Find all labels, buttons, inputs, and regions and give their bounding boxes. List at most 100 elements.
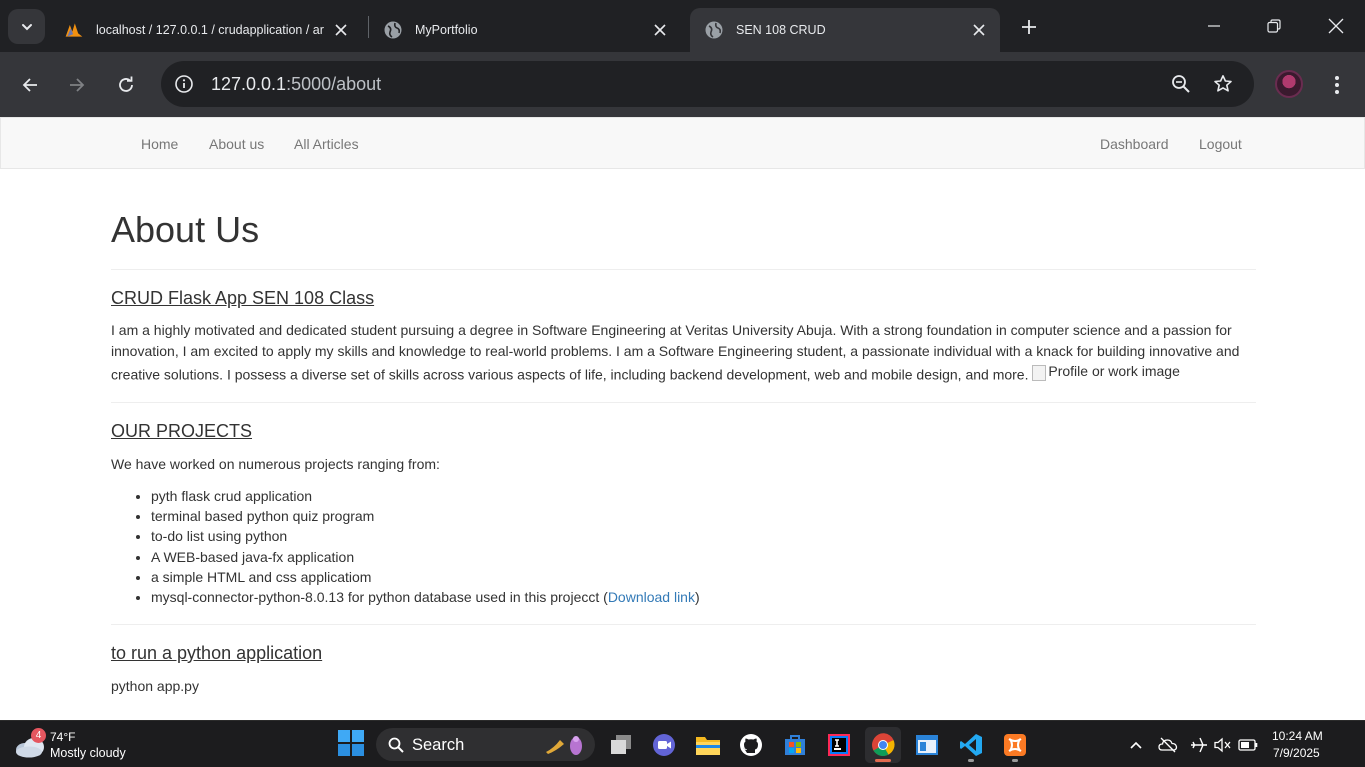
nav-logout[interactable]: Logout	[1199, 136, 1242, 152]
list-item: terminal based python quiz program	[151, 506, 1211, 526]
clock-date[interactable]: 7/9/2025	[1273, 746, 1320, 760]
profile-avatar[interactable]	[1275, 70, 1303, 98]
zoom-icon[interactable]	[1170, 73, 1192, 95]
list-item: A WEB-based java-fx application	[151, 547, 1211, 567]
url-path: :5000/about	[286, 74, 382, 94]
divider	[111, 269, 1256, 270]
url-text: 127.0.0.1:5000/about	[211, 74, 381, 95]
airplane-mode-tray[interactable]	[1189, 735, 1209, 755]
window-app-icon	[916, 735, 938, 755]
close-icon[interactable]	[332, 21, 350, 39]
onedrive-tray[interactable]	[1158, 735, 1178, 755]
clock-time[interactable]: 10:24 AM	[1272, 729, 1323, 743]
xampp-icon	[1004, 734, 1026, 756]
restore-button[interactable]	[1262, 14, 1286, 38]
tab-strip: localhost / 127.0.0.1 / crudapplication …	[0, 0, 1365, 52]
nav-dashboard[interactable]: Dashboard	[1100, 136, 1169, 152]
close-icon	[1328, 18, 1344, 34]
nav-about-us[interactable]: About us	[209, 136, 264, 152]
close-icon[interactable]	[970, 21, 988, 39]
vscode-app[interactable]	[953, 727, 989, 763]
windows-start-icon[interactable]	[338, 730, 364, 756]
weather-temp: 74°F	[50, 730, 76, 744]
url-host: 127.0.0.1	[211, 74, 287, 94]
more-vertical-icon	[1335, 76, 1339, 94]
arrow-right-icon	[70, 78, 85, 92]
weather-condition: Mostly cloudy	[50, 746, 126, 760]
tab-title: localhost / 127.0.0.1 / crudapplication …	[96, 23, 324, 37]
plus-icon	[1022, 20, 1036, 34]
arrow-left-icon	[22, 78, 37, 92]
list-item: to-do list using python	[151, 526, 1211, 546]
browser-toolbar: 127.0.0.1:5000/about	[0, 52, 1365, 117]
reload-icon	[119, 76, 133, 92]
weather-badge: 4	[31, 728, 46, 743]
xampp-app[interactable]	[997, 727, 1033, 763]
divider	[111, 624, 1256, 625]
volume-muted-icon	[1214, 737, 1231, 753]
projects-intro: We have worked on numerous projects rang…	[111, 456, 440, 472]
globe-icon	[383, 20, 403, 40]
show-hidden-icons[interactable]	[1126, 735, 1146, 755]
section-heading-crud: CRUD Flask App SEN 108 Class	[111, 288, 375, 308]
minimize-icon	[1208, 25, 1220, 27]
forward-button[interactable]	[62, 70, 92, 100]
github-app[interactable]	[733, 727, 769, 763]
tab-myportfolio[interactable]: MyPortfolio	[369, 8, 681, 52]
run-command: python app.py	[111, 678, 199, 694]
bookmark-star-icon[interactable]	[1212, 73, 1234, 95]
intellij-app[interactable]	[821, 727, 857, 763]
download-link[interactable]: Download link	[608, 589, 695, 605]
airplane-icon	[1191, 737, 1207, 753]
tab-phpmyadmin[interactable]: localhost / 127.0.0.1 / crudapplication …	[50, 8, 362, 52]
phpmyadmin-icon	[64, 20, 84, 40]
browser-menu-button[interactable]	[1325, 70, 1349, 100]
globe-icon	[704, 20, 724, 40]
chrome-app[interactable]	[865, 727, 901, 763]
list-item-close: )	[694, 589, 700, 606]
running-indicator	[1012, 759, 1018, 762]
new-tab-button[interactable]	[1017, 15, 1041, 39]
task-view-button[interactable]	[603, 727, 639, 763]
tab-sen108-crud[interactable]: SEN 108 CRUD	[690, 8, 1000, 52]
file-explorer-app[interactable]	[690, 727, 726, 763]
profile-image: Profile or work image	[1032, 361, 1180, 382]
battery-icon	[1238, 739, 1258, 751]
close-icon[interactable]	[651, 21, 669, 39]
reload-button[interactable]	[111, 70, 141, 100]
tab-title: MyPortfolio	[415, 23, 478, 37]
folder-icon	[696, 737, 720, 755]
search-label: Search	[412, 736, 465, 754]
section-heading-projects: OUR PROJECTS	[111, 421, 253, 441]
github-icon	[740, 734, 762, 756]
close-window-button[interactable]	[1324, 14, 1348, 38]
tab-search-button[interactable]	[8, 9, 45, 44]
projects-list: pyth flask crud application terminal bas…	[111, 486, 1211, 607]
taskbar-search[interactable]: Search	[376, 728, 595, 761]
back-button[interactable]	[15, 70, 45, 100]
notepad-app[interactable]	[909, 727, 945, 763]
site-info-icon[interactable]	[173, 73, 195, 95]
divider	[111, 402, 1256, 403]
intellij-icon	[828, 734, 850, 756]
tab-title: SEN 108 CRUD	[736, 23, 826, 37]
nav-all-articles[interactable]: All Articles	[294, 136, 359, 152]
volume-tray[interactable]	[1213, 735, 1233, 755]
address-bar[interactable]: 127.0.0.1:5000/about	[161, 61, 1254, 107]
weather-widget[interactable]: 4 74°F Mostly cloudy	[14, 727, 174, 763]
microsoft-store-app[interactable]	[777, 727, 813, 763]
profile-image-alt: Profile or work image	[1048, 363, 1180, 380]
battery-tray[interactable]	[1238, 735, 1258, 755]
nav-home[interactable]: Home	[141, 136, 178, 152]
list-item: mysql-connector-python-8.0.13 for python…	[151, 587, 1211, 607]
vscode-icon	[960, 734, 982, 756]
chevron-up-icon	[1130, 741, 1142, 749]
minimize-button[interactable]	[1202, 14, 1226, 38]
task-view-icon	[611, 735, 631, 754]
meet-app[interactable]	[646, 727, 682, 763]
active-indicator	[875, 759, 891, 762]
about-paragraph: I am a highly motivated and dedicated st…	[111, 320, 1256, 385]
page-viewport: Home About us All Articles Dashboard Log…	[0, 117, 1365, 720]
list-item: pyth flask crud application	[151, 486, 1211, 506]
page-title: About Us	[111, 209, 260, 250]
